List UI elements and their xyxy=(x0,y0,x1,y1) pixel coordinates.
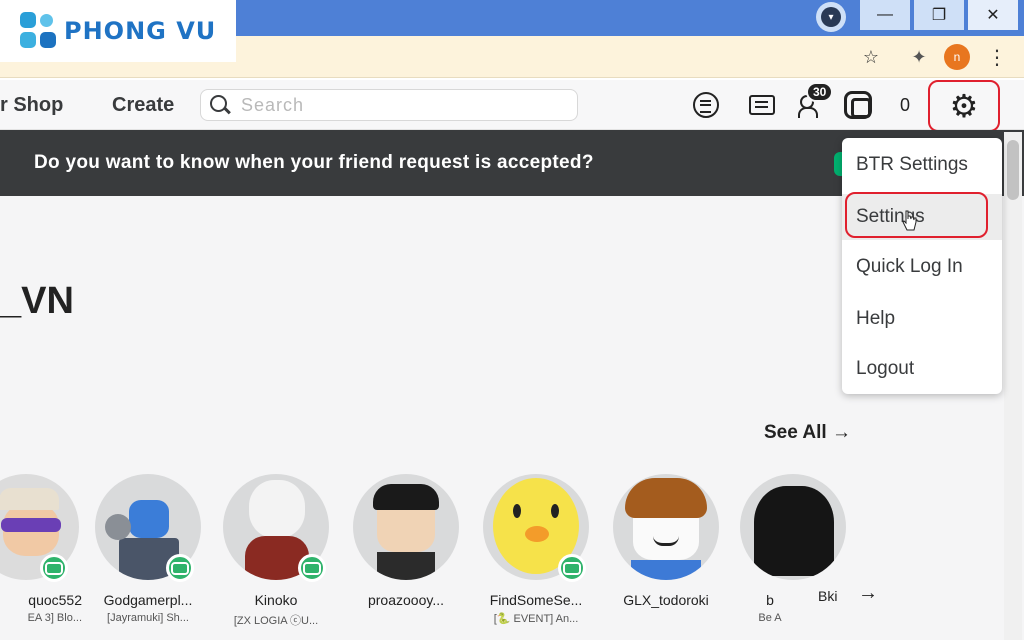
search-box[interactable] xyxy=(200,89,578,121)
friend-status[interactable]: [ZX LOGIA ⓒU... xyxy=(220,612,332,628)
gear-icon: ⚙ xyxy=(949,88,979,124)
in-game-icon xyxy=(166,554,194,582)
friend-status[interactable]: [🐍 EVENT] An... xyxy=(480,612,592,625)
scrollbar-thumb[interactable] xyxy=(1007,140,1019,200)
friend-card[interactable]: quoc552 EA 3] Blo... xyxy=(0,474,82,624)
friend-name: FindSomeSe... xyxy=(489,592,583,608)
profile-icon: ▾ xyxy=(821,7,841,27)
list-icon[interactable] xyxy=(690,89,722,121)
chat-icon[interactable] xyxy=(746,89,778,121)
banner-text: Do you want to know when your friend req… xyxy=(34,152,594,173)
logo-mark-icon xyxy=(20,12,58,50)
page-title: _VN xyxy=(0,280,74,322)
friend-name: Bki xyxy=(818,588,838,604)
extension-avatar-button[interactable]: n xyxy=(944,44,970,70)
friend-name: GLX_todoroki xyxy=(623,592,709,608)
friend-card[interactable]: Kinoko [ZX LOGIA ⓒU... xyxy=(220,474,332,628)
star-icon[interactable]: ☆ xyxy=(858,44,884,70)
friend-card[interactable]: Godgamerpl... [Jayramuki] Sh... xyxy=(92,474,204,624)
avatar xyxy=(740,474,846,580)
in-game-icon xyxy=(298,554,326,582)
menu-item-quick-log-in[interactable]: Quick Log In xyxy=(842,244,1002,290)
robux-icon[interactable] xyxy=(842,89,874,121)
friend-card[interactable]: proazoooy... xyxy=(350,474,462,612)
logo-text: PHONG VU xyxy=(64,17,217,45)
menu-item-help[interactable]: Help xyxy=(842,296,1002,342)
phongvu-logo: PHONG VU xyxy=(0,0,236,62)
friend-status[interactable]: Be A xyxy=(740,612,800,624)
nav-shop-link[interactable]: r Shop xyxy=(0,94,63,117)
browser-profile-button[interactable]: ▾ xyxy=(816,2,846,32)
minimize-button[interactable]: — xyxy=(860,0,910,30)
friend-requests-badge: 30 xyxy=(806,82,834,102)
kebab-menu-icon[interactable]: ⋮ xyxy=(984,44,1010,70)
friend-card[interactable]: FindSomeSe... [🐍 EVENT] An... xyxy=(480,474,592,625)
site-navbar: r Shop Create 0 xyxy=(0,80,1024,130)
friend-name: quoc552 xyxy=(28,592,82,608)
avatar xyxy=(353,474,459,580)
menu-item-btr-settings[interactable]: BTR Settings xyxy=(842,142,1002,188)
friend-status[interactable]: EA 3] Blo... xyxy=(0,612,82,624)
restore-button[interactable]: ❐ xyxy=(914,0,964,30)
in-game-icon xyxy=(40,554,68,582)
friend-card[interactable]: b Be A xyxy=(740,474,846,624)
cursor-icon xyxy=(902,210,917,231)
arrow-right-icon[interactable]: → xyxy=(858,582,878,605)
friend-name: Godgamerpl... xyxy=(103,592,193,608)
settings-dropdown: BTR Settings Settings Quick Log In Help … xyxy=(842,138,1002,394)
friend-name: proazoooy... xyxy=(367,592,444,608)
puzzle-icon[interactable]: ✦ xyxy=(906,44,932,70)
in-game-icon xyxy=(558,554,586,582)
robux-count: 0 xyxy=(900,95,911,115)
screen: ▾ — ❐ ✕ ☆ ✦ n ⋮ PHONG VU r Shop Create 0… xyxy=(0,0,1024,640)
friend-name: b xyxy=(766,592,774,608)
avatar xyxy=(613,474,719,580)
scrollbar[interactable] xyxy=(1004,132,1022,640)
search-input[interactable] xyxy=(241,94,561,116)
menu-item-logout[interactable]: Logout xyxy=(842,346,1002,392)
friend-name: Kinoko xyxy=(254,592,298,608)
search-icon xyxy=(209,94,231,116)
settings-gear-button[interactable]: ⚙ xyxy=(928,80,1000,132)
close-window-button[interactable]: ✕ xyxy=(968,0,1018,30)
friend-status[interactable]: [Jayramuki] Sh... xyxy=(92,612,204,624)
friend-card[interactable]: GLX_todoroki xyxy=(610,474,722,612)
nav-create-link[interactable]: Create xyxy=(112,94,174,117)
see-all-friends-link[interactable]: See All → xyxy=(764,422,851,444)
